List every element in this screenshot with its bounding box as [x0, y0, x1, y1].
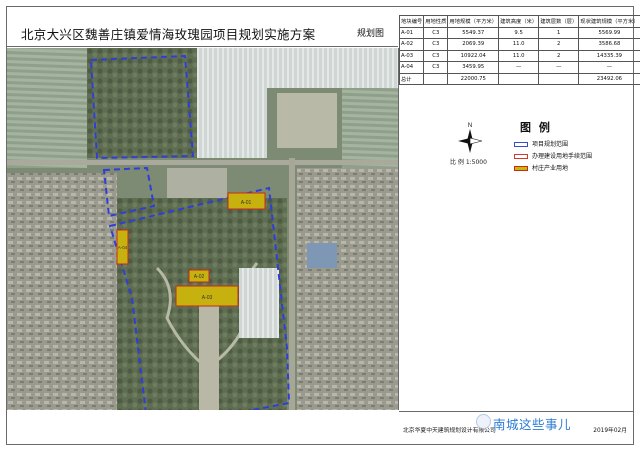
cell: 3459.95 [447, 61, 500, 74]
legend-swatch-blue [514, 142, 528, 147]
col-height: 建筑高度（米） [498, 15, 540, 28]
cell: — [578, 61, 640, 74]
legend-label: 项目规划范围 [532, 141, 569, 148]
cell: A-04 [398, 61, 425, 74]
legend-item-village-industry: 村庄产业用地 [514, 163, 569, 172]
cell: 1 [538, 26, 580, 39]
greenhouses-north [197, 48, 267, 158]
cell: 22000.75 [447, 72, 500, 85]
col-land-use: 用地性质 [423, 15, 449, 28]
table-row: A-01 C3 5549.37 9.5 1 5569.99 [398, 26, 640, 39]
table-header-row: 地块编号 用地性质 用地规模（平方米） 建筑高度（米） 建筑层数（层） 现状建筑… [398, 15, 640, 28]
svg-text:A-03: A-03 [202, 295, 213, 301]
cell: — [538, 61, 580, 74]
watermark-text: 南城这些事儿 [493, 417, 572, 432]
plot-a03: A-03 [175, 285, 239, 307]
cell: 14335.39 [578, 49, 640, 62]
cell: 9.5 [498, 26, 540, 39]
cell: 总计 [398, 72, 425, 85]
cell: — [498, 61, 540, 74]
svg-text:A-04: A-04 [118, 245, 128, 250]
road-north-south [289, 158, 295, 410]
road-east-west [7, 160, 398, 165]
col-existing-area: 现状建筑规模（平方米） [578, 15, 640, 28]
table-row: A-02 C3 2069.39 11.0 2 3586.68 [398, 38, 640, 51]
buildings-east [297, 168, 398, 410]
legend-title: 图 例 [520, 121, 552, 134]
legend-swatch-yellow [514, 166, 528, 171]
legend-swatch-red [514, 154, 528, 159]
cell [423, 72, 449, 85]
svg-text:N: N [468, 123, 472, 129]
farmland-east [342, 88, 398, 168]
cell: A-01 [398, 26, 425, 39]
plot-a02: A-02 [188, 269, 210, 283]
land-use-table: 地块编号 用地性质 用地规模（平方米） 建筑高度（米） 建筑层数（层） 现状建筑… [398, 15, 640, 85]
cell: A-02 [398, 38, 425, 51]
watermark-logo-icon [476, 414, 491, 429]
legend-item-project-boundary: 项目规划范围 [514, 139, 569, 148]
cell: C3 [423, 38, 449, 51]
title-bar: 北京大兴区魏善庄镇爱情海玫瑰园项目规划实施方案 规划图 [7, 7, 398, 47]
col-area: 用地规模（平方米） [447, 15, 500, 28]
cell: 2069.39 [447, 38, 500, 51]
cell: 23492.06 [578, 72, 640, 85]
legend-label: 办理建设用地手续范围 [532, 153, 593, 160]
cell: 5549.37 [447, 26, 500, 39]
map-canvas: A-01 A-02 A-03 A-04 [7, 48, 398, 410]
plot-a04: A-04 [116, 229, 129, 265]
cell: 11.0 [498, 49, 540, 62]
parking-area [167, 168, 227, 198]
north-arrow-icon: N [457, 121, 483, 159]
drawing-date: 2019年02月 [593, 428, 627, 434]
col-floors: 建筑层数（层） [538, 15, 580, 28]
cell: 10922.04 [447, 49, 500, 62]
blue-roof-building [307, 243, 337, 268]
park-greenhouses [239, 268, 279, 338]
cell: C3 [423, 61, 449, 74]
greenhouses-northeast [267, 48, 398, 88]
satellite-map: A-01 A-02 A-03 A-04 [7, 48, 399, 410]
cell [498, 72, 540, 85]
scale-text: 比 例 1:5000 [450, 159, 487, 166]
cell [538, 72, 580, 85]
cell: A-03 [398, 49, 425, 62]
village-west [7, 173, 117, 410]
sheet-label: 规划图 [356, 29, 384, 39]
cell: 2 [538, 38, 580, 51]
table-total-row: 总计 22000.75 23492.06 [398, 72, 640, 85]
cell: C3 [423, 26, 449, 39]
plot-a01: A-01 [227, 192, 266, 210]
table-row: A-03 C3 10922.04 11.0 2 14335.39 [398, 49, 640, 62]
plan-title: 北京大兴区魏善庄镇爱情海玫瑰园项目规划实施方案 [21, 27, 316, 42]
legend-label: 村庄产业用地 [532, 165, 569, 172]
cell: 2 [538, 49, 580, 62]
cell: C3 [423, 49, 449, 62]
cell: 11.0 [498, 38, 540, 51]
col-plot-id: 地块编号 [398, 15, 425, 28]
legend-item-construction-scope: 办理建设用地手续范围 [514, 151, 593, 160]
table-row: A-04 C3 3459.95 — — — [398, 61, 640, 74]
farmland-northwest [7, 48, 87, 168]
cell: 3586.68 [578, 38, 640, 51]
park-axis [199, 303, 219, 410]
info-panel: 地块编号 用地性质 用地规模（平方米） 建筑高度（米） 建筑层数（层） 现状建筑… [398, 7, 640, 410]
svg-text:A-01: A-01 [241, 200, 252, 206]
svg-text:A-02: A-02 [194, 274, 205, 280]
sports-field [277, 93, 337, 148]
orchard-north [87, 48, 197, 158]
cell: 5569.99 [578, 26, 640, 39]
